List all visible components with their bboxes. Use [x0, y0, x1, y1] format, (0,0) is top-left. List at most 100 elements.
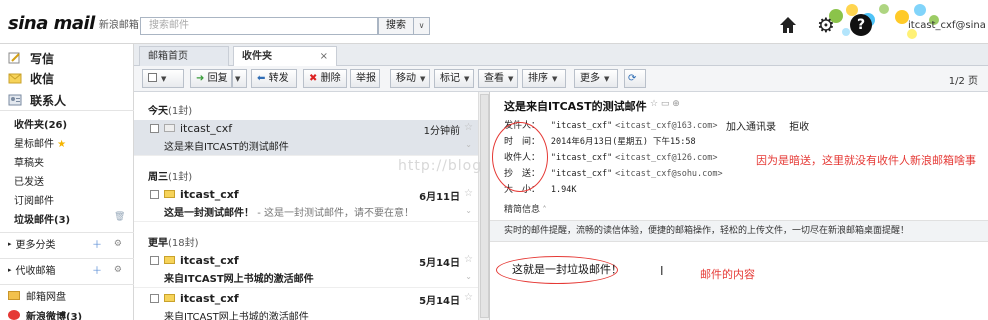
add-contact-link[interactable]: 加入通讯录 — [726, 122, 776, 133]
reply-icon: ➜ — [196, 73, 205, 84]
reply-dropdown[interactable]: ▼ — [232, 69, 247, 88]
annotation-content-note: 邮件的内容 — [700, 268, 755, 281]
cc-name[interactable]: "itcast_cxf" — [551, 169, 612, 179]
star-icon[interactable]: ☆ — [464, 122, 473, 133]
reply-button[interactable]: ➜ 回复 — [190, 69, 232, 88]
contacts-label: 联系人 — [30, 93, 67, 108]
unread-mail-icon — [164, 190, 175, 198]
sort-label: 排序 — [528, 73, 548, 84]
select-all-dropdown[interactable]: ▼ — [142, 69, 184, 88]
add-proxy-icon[interactable]: ＋ — [92, 262, 102, 277]
list-item[interactable]: itcast_cxf 来自ITCAST网上书城的激活邮件 5月14日 ☆ ⌄ — [134, 252, 478, 288]
compact-info-toggle[interactable]: 精简信息 ˄ — [504, 202, 547, 215]
netdisk-label: 邮箱网盘 — [26, 292, 66, 303]
desktop-notice-banner[interactable]: 实时的邮件提醒，流畅的读信体验，便捷的邮箱操作，轻松的上传文件，一切尽在新浪邮箱… — [490, 220, 988, 242]
sort-button[interactable]: 排序 ▼ — [522, 69, 566, 88]
tab-mail-home[interactable]: 邮箱首页 — [139, 46, 229, 66]
report-button[interactable]: 举报 — [350, 69, 380, 88]
star-icon[interactable]: ☆ — [464, 188, 473, 199]
proxy-settings-icon[interactable]: ⚙ — [114, 265, 122, 275]
row-subject: 来自ITCAST网上书城的激活邮件 — [164, 274, 314, 285]
refresh-icon[interactable]: ⟳ — [624, 69, 646, 88]
search-input[interactable]: 搜索邮件 — [140, 17, 378, 35]
scrollbar-thumb[interactable] — [480, 94, 489, 318]
row-subject: 来自ITCAST网上书城的激活邮件 — [164, 312, 309, 320]
tab-bar: 邮箱首页 收件夹 × — [134, 44, 988, 67]
text-cursor-icon: I — [660, 264, 664, 278]
list-item[interactable]: itcast_cxf 这是来自ITCAST的测试邮件 1分钟前 ☆ ⌄ — [134, 120, 478, 156]
gear-icon[interactable]: ⚙ — [815, 14, 837, 36]
close-icon[interactable]: × — [320, 47, 328, 66]
to-address: <itcast_cxf@126.com> — [615, 153, 718, 163]
tag-button[interactable]: 标记 ▼ — [434, 69, 474, 88]
delete-label: 删除 — [320, 73, 341, 84]
logo-subtitle: 新浪邮箱 — [98, 20, 139, 31]
proxy-mailbox-section[interactable]: ▸ 代收邮箱 ＋ ⚙ — [0, 258, 134, 280]
group-count: (1封) — [168, 106, 193, 117]
inbox-button[interactable]: 收信 — [8, 68, 54, 88]
sidebar-item-spam[interactable]: 垃圾邮件(3) — [14, 211, 70, 226]
star-icon[interactable]: ☆ — [464, 254, 473, 265]
sidebar-item-sent[interactable]: 已发送 — [14, 173, 44, 188]
top-bar: sina mail 新浪邮箱 搜索邮件 搜索 ∨ ⚙ ? itcast_cxf@… — [0, 0, 988, 44]
row-checkbox[interactable] — [150, 294, 159, 303]
row-preview: - 这是一封测试邮件，请不要在意！ — [257, 208, 414, 219]
more-categories-section[interactable]: ▸ 更多分类 ＋ ⚙ — [0, 232, 134, 254]
mail-app: sina mail 新浪邮箱 搜索邮件 搜索 ∨ ⚙ ? itcast_cxf@… — [0, 0, 988, 320]
group-label: 更早 — [148, 238, 168, 249]
more-button[interactable]: 更多 ▼ — [574, 69, 618, 88]
star-icon[interactable]: ☆ — [464, 292, 473, 303]
user-account[interactable]: itcast_cxf@sina — [908, 20, 986, 31]
row-checkbox[interactable] — [150, 190, 159, 199]
search-button[interactable]: 搜索 — [378, 17, 414, 35]
row-checkbox[interactable] — [150, 124, 159, 133]
search-dropdown-button[interactable]: ∨ — [414, 17, 430, 35]
list-item[interactable]: itcast_cxf 来自ITCAST网上书城的激活邮件 5月14日 ☆ — [134, 290, 478, 320]
checkbox-icon — [148, 73, 157, 82]
netdisk-item[interactable]: 邮箱网盘 — [0, 284, 134, 306]
read-mail-icon — [164, 124, 175, 132]
sidebar-item-inbox[interactable]: 收件夹(26) — [14, 116, 67, 131]
add-category-icon[interactable]: ＋ — [92, 236, 102, 251]
size-value: 1.94K — [550, 185, 577, 195]
sidebar-item-spam-label: 垃圾邮件(3) — [14, 215, 71, 226]
mail-body: 这就是一封垃圾邮件！ — [512, 263, 622, 276]
group-header-today: 今天(1封) — [148, 102, 192, 117]
contacts-button[interactable]: 联系人 — [8, 90, 66, 110]
row-subject: 这是来自ITCAST的测试邮件 — [164, 142, 289, 153]
sidebar-item-starred[interactable]: 星标邮件 ★ — [14, 135, 66, 150]
reject-link[interactable]: 拒收 — [789, 122, 809, 133]
sina-mail-logo[interactable]: sina mail 新浪邮箱 — [8, 8, 139, 34]
row-checkbox[interactable] — [150, 256, 159, 265]
view-button[interactable]: 查看 ▼ — [478, 69, 518, 88]
write-button[interactable]: 写信 — [8, 48, 54, 68]
trash-icon[interactable]: 🗑 — [114, 212, 125, 222]
chevron-down-icon[interactable]: ⌄ — [465, 140, 472, 149]
home-icon[interactable] — [778, 15, 798, 35]
from-address: <itcast_cxf@163.com> — [615, 121, 718, 131]
list-scrollbar[interactable] — [478, 92, 490, 320]
sidebar-item-subscriptions[interactable]: 订阅邮件 — [14, 192, 54, 207]
chevron-down-icon[interactable]: ⌄ — [465, 206, 472, 215]
move-button[interactable]: 移动 ▼ — [390, 69, 430, 88]
sidebar-item-drafts[interactable]: 草稿夹 — [14, 154, 44, 169]
mail-actions-icon[interactable]: ☆ ▭ ⊕ — [650, 99, 680, 109]
weibo-item[interactable]: 新浪微博(3) — [0, 304, 134, 320]
help-icon[interactable]: ? — [850, 14, 872, 36]
expand-arrow-icon: ▸ — [8, 239, 12, 248]
from-name[interactable]: "itcast_cxf" — [551, 121, 612, 131]
category-settings-icon[interactable]: ⚙ — [114, 239, 122, 249]
tab-inbox[interactable]: 收件夹 × — [233, 46, 337, 67]
list-item[interactable]: itcast_cxf 这是一封测试邮件！ - 这是一封测试邮件，请不要在意！ 6… — [134, 186, 478, 222]
more-categories-label: 更多分类 — [15, 240, 56, 251]
mail-subject: 这是来自ITCAST的测试邮件 — [504, 100, 647, 113]
delete-button[interactable]: ✖ 删除 — [303, 69, 347, 88]
row-subject-line: 这是一封测试邮件！ - 这是一封测试邮件，请不要在意！ — [164, 204, 414, 219]
row-time: 1分钟前 — [423, 126, 460, 137]
to-name[interactable]: "itcast_cxf" — [551, 153, 612, 163]
chevron-down-icon[interactable]: ⌄ — [465, 272, 472, 281]
compact-info-label: 精简信息 — [504, 205, 541, 215]
proxy-mailbox-label: 代收邮箱 — [15, 266, 56, 277]
chevron-down-icon: ▼ — [604, 75, 610, 83]
forward-button[interactable]: ⬅ 转发 — [251, 69, 297, 88]
